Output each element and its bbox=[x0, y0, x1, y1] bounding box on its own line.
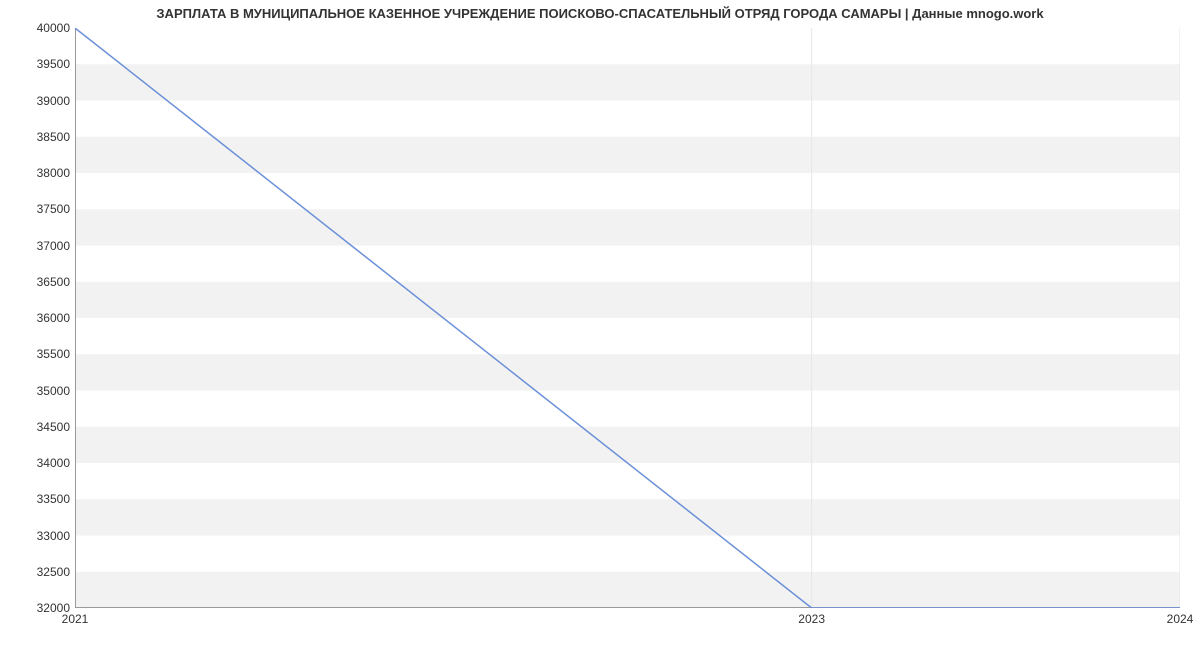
y-tick-label: 36000 bbox=[10, 311, 70, 325]
chart-svg bbox=[75, 28, 1180, 608]
y-tick-label: 37000 bbox=[10, 239, 70, 253]
y-tick-label: 34000 bbox=[10, 456, 70, 470]
y-tick-label: 38000 bbox=[10, 166, 70, 180]
x-tick-label: 2021 bbox=[62, 612, 89, 626]
y-tick-label: 39000 bbox=[10, 94, 70, 108]
y-tick-label: 34500 bbox=[10, 420, 70, 434]
y-tick-label: 36500 bbox=[10, 275, 70, 289]
x-tick-label: 2023 bbox=[798, 612, 825, 626]
y-tick-label: 35500 bbox=[10, 347, 70, 361]
y-tick-label: 33000 bbox=[10, 529, 70, 543]
y-tick-label: 35000 bbox=[10, 384, 70, 398]
y-tick-label: 39500 bbox=[10, 57, 70, 71]
y-tick-label: 33500 bbox=[10, 492, 70, 506]
salary-line-chart: ЗАРПЛАТА В МУНИЦИПАЛЬНОЕ КАЗЕННОЕ УЧРЕЖД… bbox=[0, 0, 1200, 650]
y-tick-label: 38500 bbox=[10, 130, 70, 144]
y-tick-label: 32500 bbox=[10, 565, 70, 579]
y-tick-label: 37500 bbox=[10, 202, 70, 216]
y-tick-label: 40000 bbox=[10, 21, 70, 35]
plot-area bbox=[75, 28, 1180, 608]
chart-title: ЗАРПЛАТА В МУНИЦИПАЛЬНОЕ КАЗЕННОЕ УЧРЕЖД… bbox=[0, 6, 1200, 21]
x-tick-label: 2024 bbox=[1167, 612, 1194, 626]
